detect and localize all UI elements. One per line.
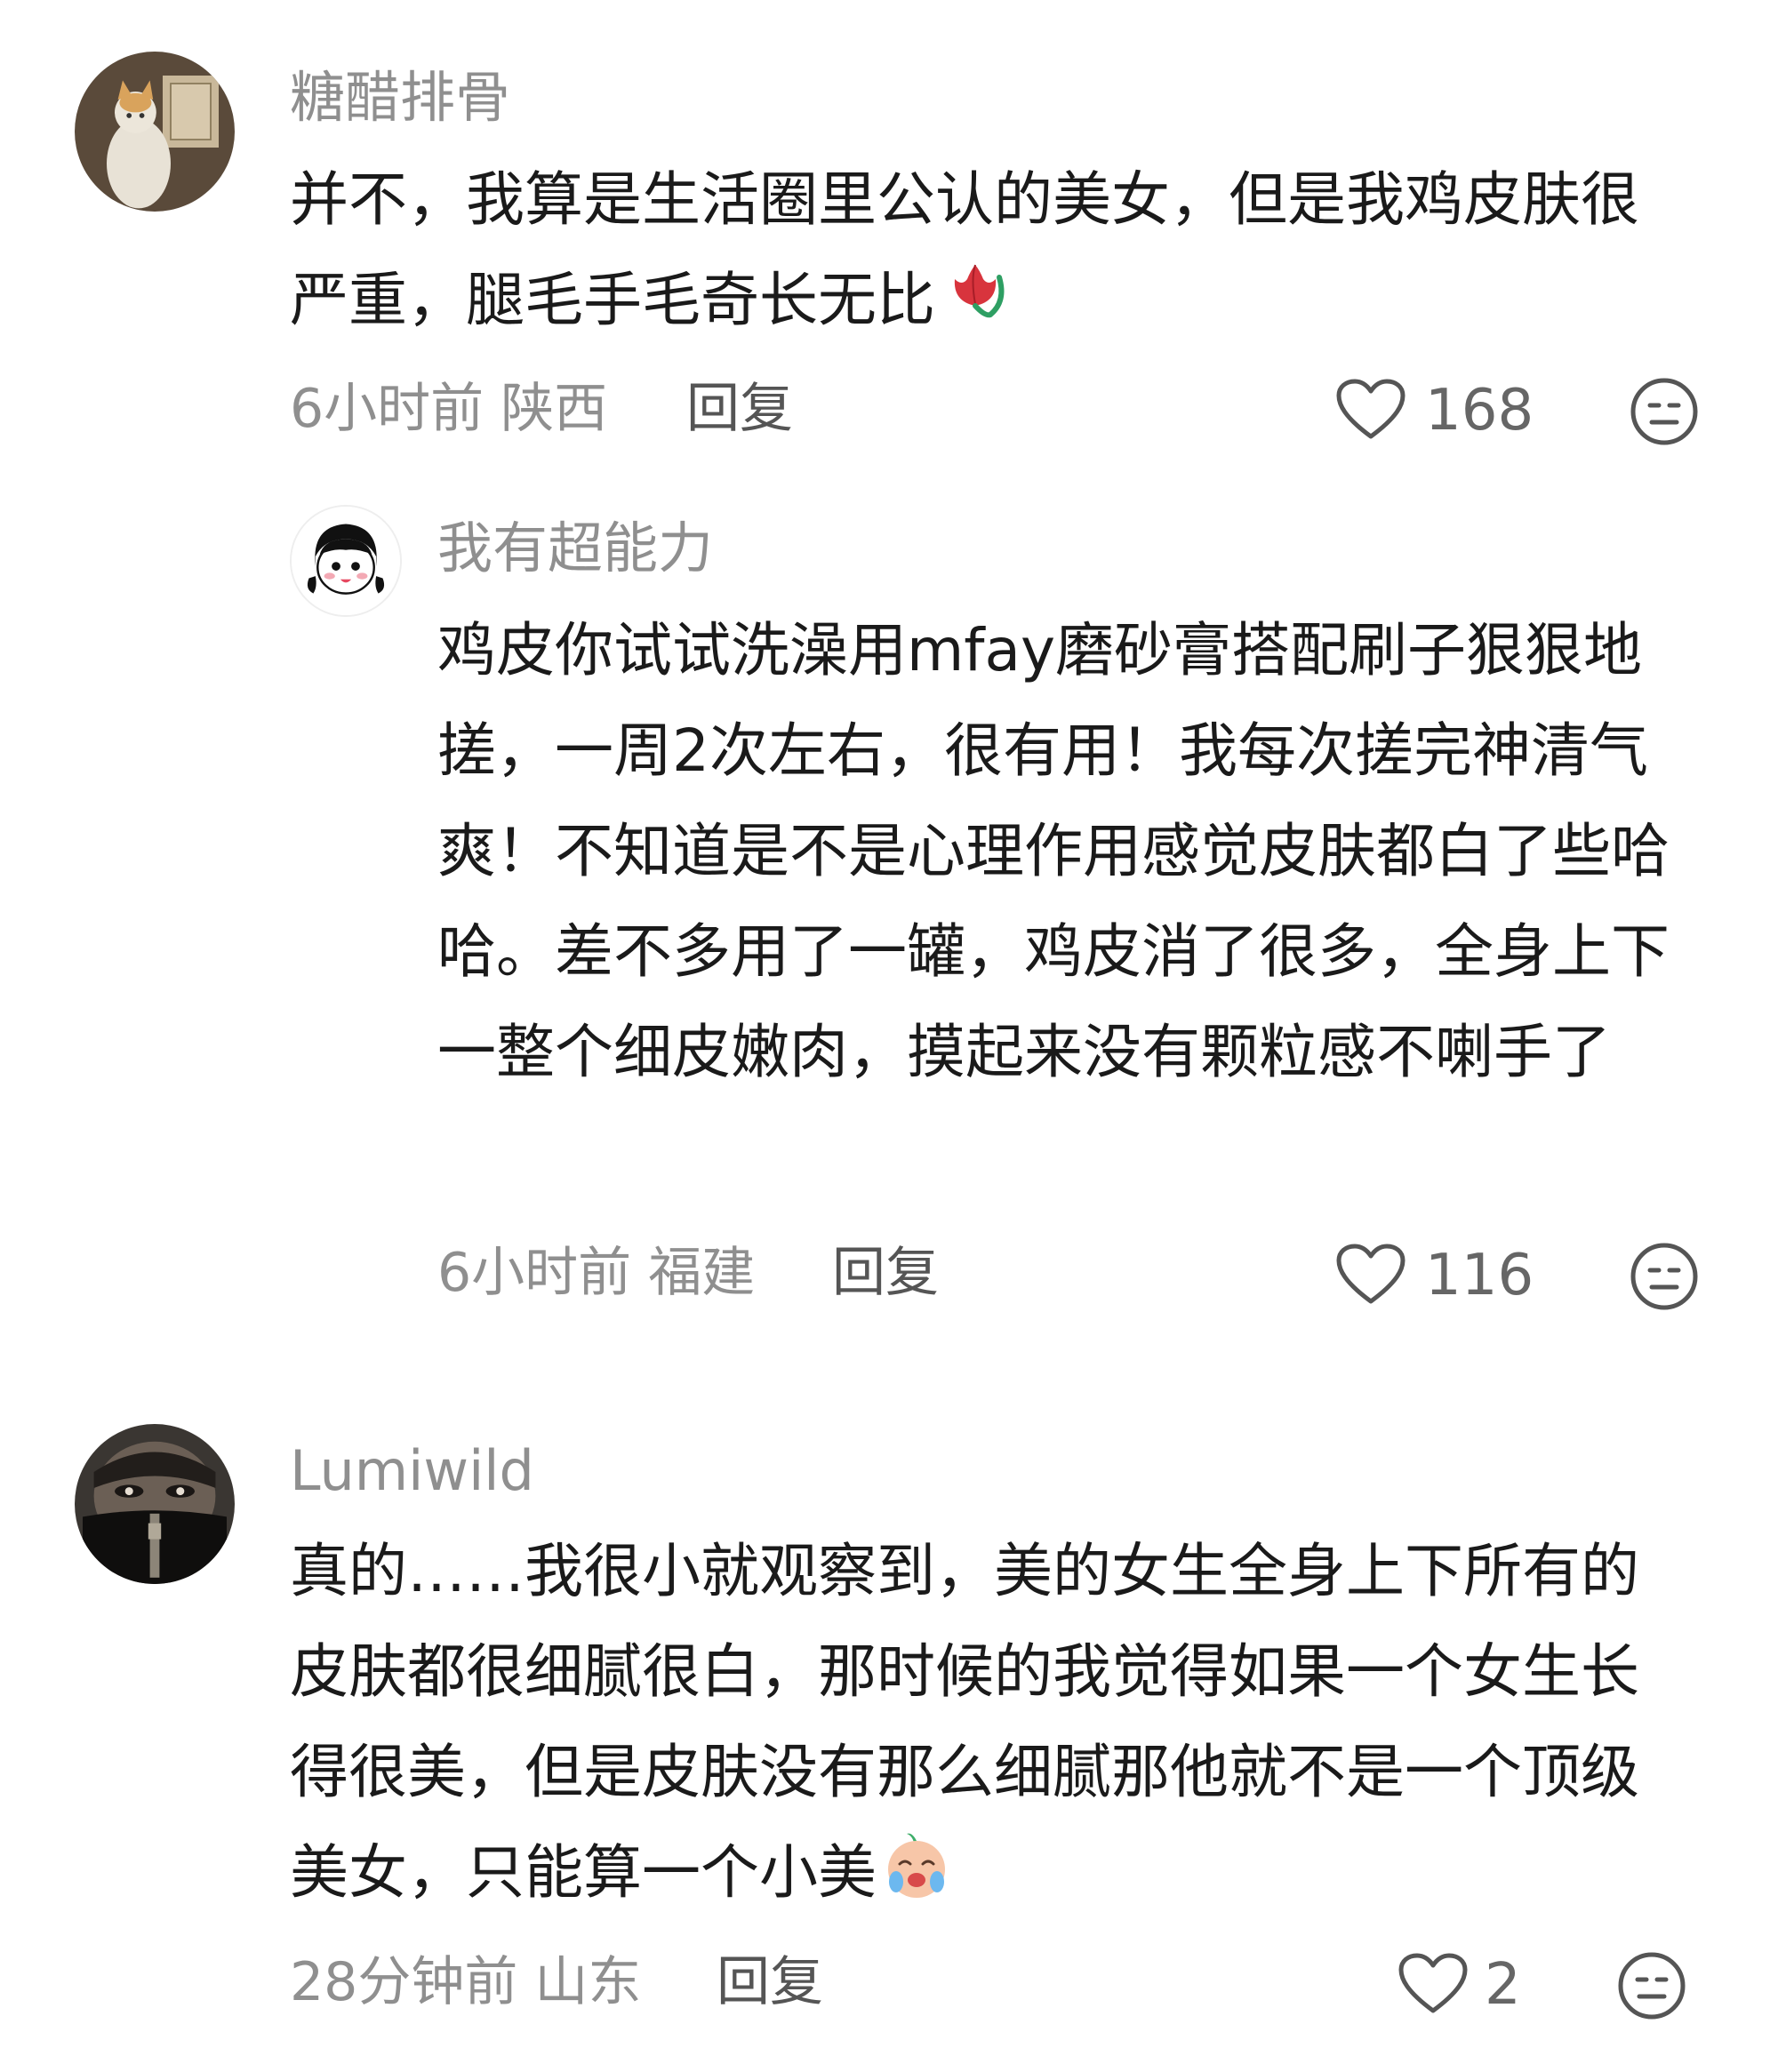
cat-avatar-image bbox=[75, 52, 235, 212]
username[interactable]: Lumiwild bbox=[290, 1444, 534, 1499]
meh-face-icon[interactable] bbox=[1629, 1241, 1700, 1312]
comment-time-location: 28分钟前 山东 bbox=[290, 1951, 642, 2013]
comment-text: 真的……我很小就观察到，美的女生全身上下所有的皮肤都很细腻很白，那时候的我觉得如… bbox=[290, 1537, 1639, 1907]
heart-outline-icon[interactable] bbox=[1335, 1243, 1406, 1307]
avatar[interactable] bbox=[290, 505, 402, 617]
comment-time-location: 6小时前 陕西 bbox=[290, 378, 608, 440]
reply-button[interactable]: 回复 bbox=[832, 1246, 939, 1300]
meh-face-icon[interactable] bbox=[1616, 1950, 1687, 2021]
heart-outline-icon[interactable] bbox=[1335, 378, 1406, 442]
username[interactable]: 糖醋排骨 bbox=[290, 70, 510, 125]
like-count: 168 bbox=[1425, 378, 1534, 444]
avatar[interactable] bbox=[75, 52, 235, 212]
comment-time-location: 6小时前 福建 bbox=[437, 1242, 756, 1304]
reply-button[interactable]: 回复 bbox=[686, 382, 793, 436]
like-count: 2 bbox=[1485, 1952, 1521, 2018]
cartoon-girl-avatar-image bbox=[292, 507, 400, 615]
tulip-emoji-icon bbox=[935, 252, 1015, 332]
comment-text: 并不，我算是生活圈里公认的美女，但是我鸡皮肤很严重，腿毛手毛奇长无比 bbox=[290, 165, 1639, 334]
username[interactable]: 我有超能力 bbox=[437, 521, 713, 576]
crying-face-emoji-icon bbox=[877, 1825, 957, 1905]
like-count: 116 bbox=[1425, 1243, 1534, 1308]
heart-outline-icon[interactable] bbox=[1398, 1952, 1469, 2016]
masked-person-avatar-image bbox=[75, 1424, 235, 1584]
comment-text: 鸡皮你试试洗澡用mfay磨砂膏搭配刷子狠狠地搓，一周2次左右，很有用！我每次搓完… bbox=[437, 616, 1670, 1086]
meh-face-icon[interactable] bbox=[1629, 376, 1700, 447]
avatar[interactable] bbox=[75, 1424, 235, 1584]
reply-button[interactable]: 回复 bbox=[717, 1956, 823, 2009]
